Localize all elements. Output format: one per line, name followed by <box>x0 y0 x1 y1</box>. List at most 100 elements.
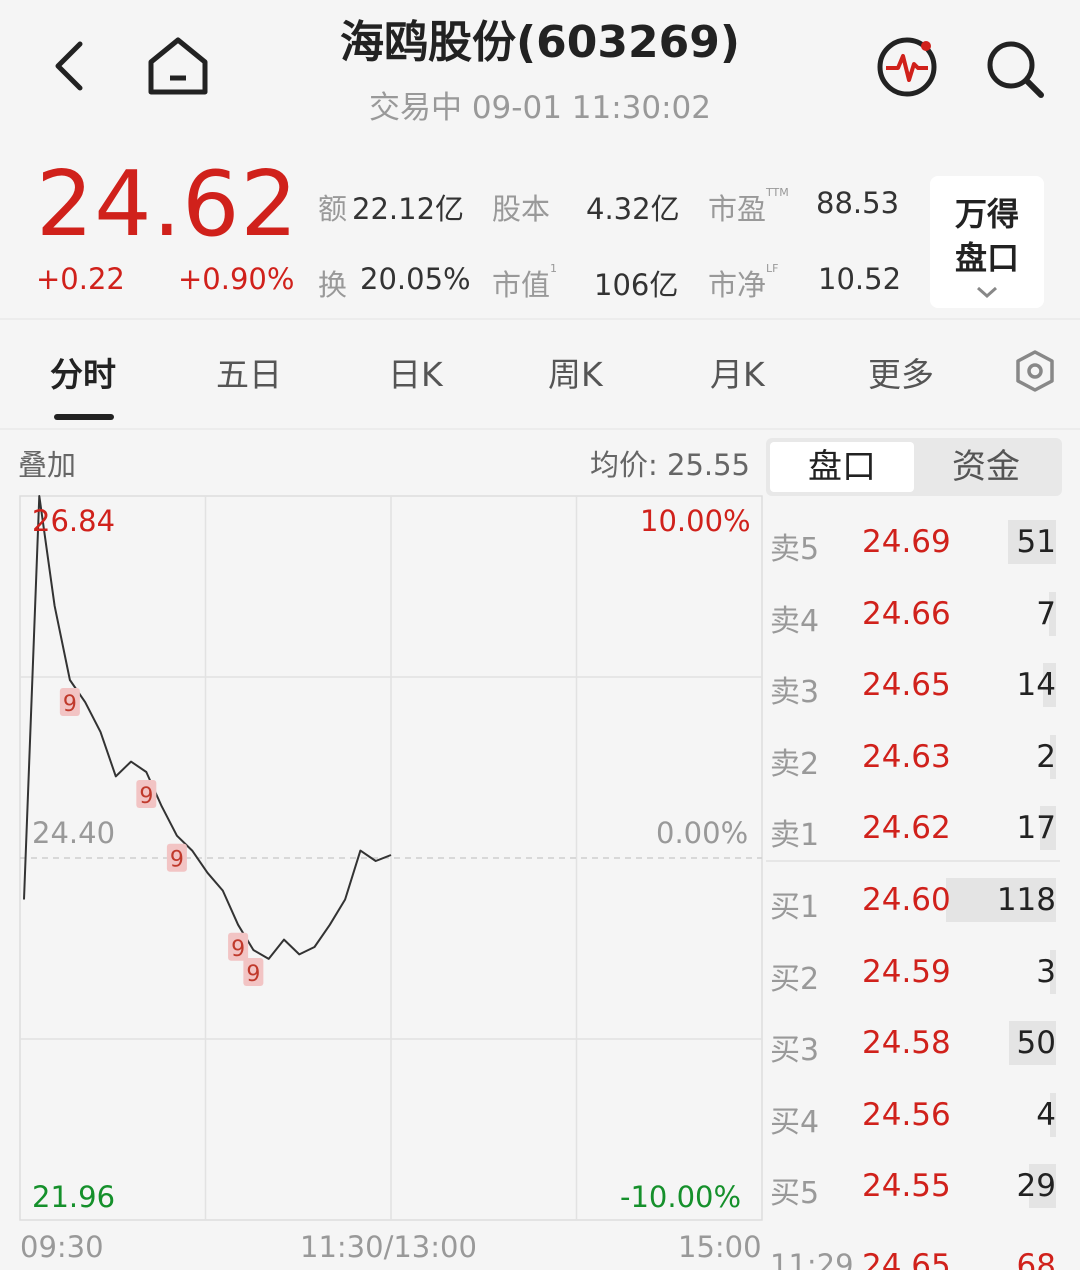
nine-turn-marker-label: 9 <box>231 937 245 962</box>
orderbook-level-label: 卖1 <box>770 818 820 854</box>
orderbook-divider <box>766 860 1060 862</box>
shares-label: 股本 <box>492 192 551 226</box>
y-label-prevclose: 24.40 <box>32 816 116 850</box>
shares-value: 4.32亿 <box>586 192 680 226</box>
bid-row-3[interactable]: 买3 24.58 50 <box>766 1005 1062 1077</box>
tab-more[interactable]: 更多 <box>868 348 934 396</box>
tab-capital[interactable]: 资金 <box>914 442 1058 492</box>
nine-turn-marker-label: 9 <box>63 692 77 717</box>
orderbook-volume: 2 <box>1036 738 1056 775</box>
orderbook-volume: 7 <box>1036 595 1056 632</box>
y-label-low: 21.96 <box>32 1180 116 1214</box>
orderbook-volume: 3 <box>1036 953 1056 990</box>
last-trade-volume: 68 <box>1016 1248 1056 1270</box>
bid-row-1[interactable]: 买1 24.60 118 <box>766 862 1062 934</box>
wind-pankou-button[interactable]: 万得 盘口 <box>930 176 1044 308</box>
orderbook-level-label: 买2 <box>770 961 820 997</box>
tab-weekly-k[interactable]: 周K <box>548 348 603 396</box>
mktcap-sup: 1 <box>550 262 558 275</box>
orderbook-price: 24.62 <box>862 810 951 847</box>
orderbook-level-label: 卖3 <box>770 675 820 711</box>
pct-label-zero: 0.00% <box>656 816 749 850</box>
orderbook-price: 24.55 <box>862 1168 951 1205</box>
orderbook-price: 24.59 <box>862 953 951 990</box>
orderbook-price: 24.65 <box>862 667 951 704</box>
orderbook-level-label: 买1 <box>770 890 820 925</box>
orderbook-level-label: 买4 <box>770 1104 820 1140</box>
orderbook-level-label: 卖4 <box>770 603 820 639</box>
pct-label-low: -10.00% <box>620 1180 742 1214</box>
header: 海鸥股份(603269) 交易中 09-01 11:30:02 <box>0 0 1080 150</box>
orderbook-volume: 29 <box>1016 1168 1056 1205</box>
bid-row-5[interactable]: 买5 24.55 29 <box>766 1148 1062 1220</box>
pankou-button-line2: 盘口 <box>954 239 1019 277</box>
orderbook-tabs: 盘口 资金 <box>766 438 1062 496</box>
pe-label: 市盈TTM <box>708 186 789 228</box>
orderbook-price: 24.66 <box>862 595 951 632</box>
pankou-button-line1: 万得 <box>954 195 1019 233</box>
tab-pankou[interactable]: 盘口 <box>770 442 914 492</box>
pe-label-text: 市盈 <box>708 192 767 226</box>
orderbook-volume: 14 <box>1016 667 1056 704</box>
chart-grid <box>19 495 763 1221</box>
hexagon-settings-icon[interactable] <box>1014 349 1056 393</box>
orderbook-price: 24.63 <box>862 738 951 775</box>
orderbook-level-label: 卖2 <box>770 746 820 782</box>
last-price: 24.62 <box>36 152 299 257</box>
pe-sup: TTM <box>766 186 789 199</box>
tab-five-day[interactable]: 五日 <box>216 348 282 396</box>
orderbook-level-label: 买3 <box>770 1033 820 1069</box>
ask-row-5[interactable]: 卖5 24.69 51 <box>766 504 1062 576</box>
nine-turn-marker-label: 9 <box>246 962 260 987</box>
ask-row-4[interactable]: 卖4 24.66 7 <box>766 576 1062 648</box>
nine-turn-marker-label: 9 <box>139 784 153 809</box>
time-end: 15:00 <box>678 1230 762 1264</box>
ask-row-3[interactable]: 卖3 24.65 14 <box>766 647 1062 719</box>
mktcap-label: 市值1 <box>492 262 557 304</box>
pct-label-high: 10.00% <box>640 504 751 538</box>
orderbook-volume: 4 <box>1036 1096 1056 1133</box>
bid-row-2[interactable]: 买2 24.59 3 <box>766 934 1062 1006</box>
orderbook-price: 24.56 <box>862 1096 951 1133</box>
last-trade-time: 11:29 <box>770 1248 854 1270</box>
last-trade-price: 24.65 <box>862 1248 951 1270</box>
intraday-chart[interactable]: 99999 <box>0 490 764 1230</box>
price-line <box>23 495 392 960</box>
bid-row-4[interactable]: 买4 24.56 4 <box>766 1077 1062 1149</box>
pb-label-text: 市净 <box>708 268 767 302</box>
turnover-rate-value: 20.05% <box>360 262 471 296</box>
overlay-button[interactable]: 叠加 <box>18 442 76 484</box>
tab-monthly-k[interactable]: 月K <box>710 348 765 396</box>
turnover-rate-label: 换 <box>318 268 348 302</box>
chart-marks: 99999 <box>23 495 392 987</box>
active-tab-indicator <box>54 414 114 420</box>
orderbook-level-label: 卖5 <box>770 532 820 567</box>
time-mid: 11:30/13:00 <box>300 1230 477 1264</box>
price-change-pct: +0.90% <box>178 262 295 296</box>
pb-sup: LF <box>766 262 779 275</box>
mktcap-label-text: 市值 <box>492 268 551 302</box>
pb-value: 10.52 <box>818 262 902 296</box>
ask-row-2[interactable]: 卖2 24.63 2 <box>766 719 1062 791</box>
orderbook-level-label: 买5 <box>770 1176 820 1212</box>
y-label-high: 26.84 <box>32 504 116 538</box>
tab-daily-k[interactable]: 日K <box>388 348 443 396</box>
price-change: +0.22 <box>36 262 125 296</box>
turnover-label: 额 <box>318 192 348 226</box>
mktcap-value: 106亿 <box>594 268 679 302</box>
orderbook-price: 24.69 <box>862 524 951 560</box>
last-trade-row: 11:29 24.65 68 <box>766 1230 1062 1270</box>
orderbook-volume: 17 <box>1016 810 1056 847</box>
tab-intraday[interactable]: 分时 <box>50 348 116 396</box>
orderbook-volume: 50 <box>1016 1025 1056 1062</box>
pe-value: 88.53 <box>816 186 900 220</box>
orderbook-price: 24.60 <box>862 882 951 918</box>
orderbook-price: 24.58 <box>862 1025 951 1062</box>
orderbook-volume: 51 <box>1016 524 1056 560</box>
nine-turn-marker-label: 9 <box>170 848 184 873</box>
search-icon[interactable] <box>984 38 1046 100</box>
ask-row-1[interactable]: 卖1 24.62 17 <box>766 790 1062 862</box>
chevron-down-icon <box>975 284 999 303</box>
orderbook-volume: 118 <box>996 882 1056 918</box>
pulse-icon[interactable] <box>874 34 940 100</box>
